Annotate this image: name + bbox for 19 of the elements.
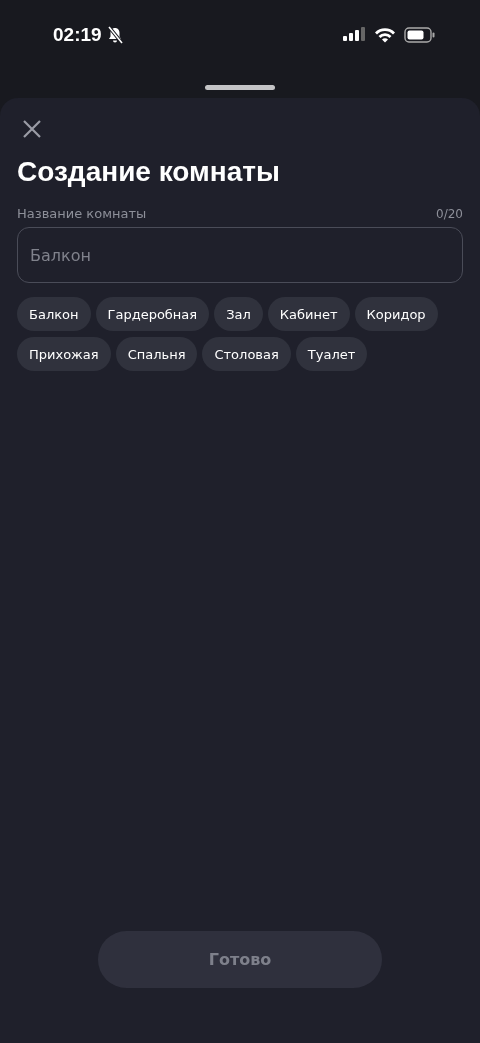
suggestion-chip[interactable]: Зал [214,297,263,331]
suggestion-chip[interactable]: Коридор [354,297,438,331]
room-name-field[interactable]: Балкон [17,227,463,283]
sheet-title: Создание комнаты [17,156,281,188]
signal-icon [342,27,366,43]
suggestion-chip[interactable]: Столовая [202,337,291,371]
field-label: Название комнаты [17,206,147,221]
status-time: 02:19 [53,24,102,46]
suggestion-chip[interactable]: Прихожая [17,337,111,371]
character-counter: 0/20 [436,207,463,221]
suggestion-chip[interactable]: Балкон [17,297,91,331]
suggestion-chip[interactable]: Кабинет [267,297,350,331]
suggestion-chip[interactable]: Спальня [115,337,198,371]
close-icon [23,120,41,138]
wifi-icon [374,27,396,43]
suggestion-chip[interactable]: Гардеробная [95,297,210,331]
battery-icon [404,27,436,43]
drag-handle[interactable] [205,85,275,90]
suggestion-chip[interactable]: Туалет [295,337,368,371]
